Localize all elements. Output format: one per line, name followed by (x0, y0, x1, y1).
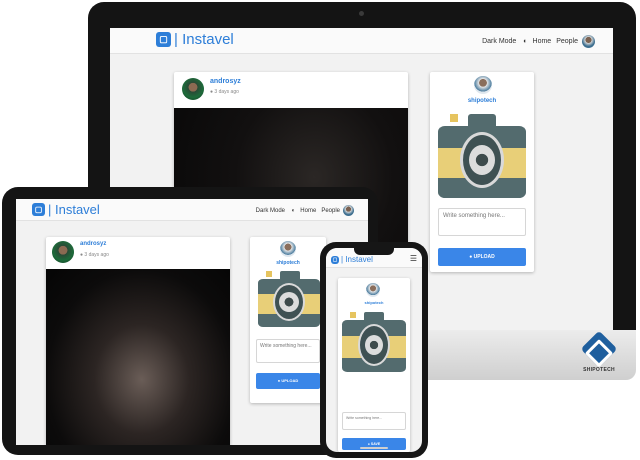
phone-brand[interactable]: ▢ | Instavel (331, 255, 373, 264)
dark-mode-icon: ◐ (291, 207, 296, 214)
post-username[interactable]: androsyz (80, 241, 106, 247)
nav-avatar[interactable] (343, 205, 354, 216)
nav-home[interactable]: Home (533, 38, 552, 45)
post-timestamp: ● 3 days ago (210, 89, 239, 95)
calendar-icon: ▢ (156, 32, 171, 47)
tablet-brand[interactable]: ▢ | Instavel (32, 202, 100, 217)
profile-username[interactable]: shipotech (430, 98, 534, 104)
phone-screen: ▢ | Instavel ☰ shipotech Write something… (326, 248, 422, 452)
webcam-icon (359, 11, 364, 16)
desktop-nav-links: Dark Mode ◐ Home People (472, 35, 595, 48)
tablet-brand-text: | Instavel (48, 202, 100, 217)
post-avatar[interactable] (182, 78, 204, 100)
user-icon: ● (367, 442, 370, 446)
profile-username[interactable]: shipotech (250, 260, 326, 266)
post-avatar[interactable] (52, 241, 74, 263)
camera-lens-inner (279, 292, 299, 312)
camera-flash (450, 114, 458, 122)
post-username[interactable]: androsyz (210, 78, 241, 85)
desktop-navbar: ▢ | Instavel Dark Mode ◐ Home People (110, 28, 613, 54)
profile-avatar[interactable] (474, 76, 492, 94)
camera-illustration (438, 114, 526, 200)
camera-flash (350, 312, 356, 318)
phone-brand-text: | Instavel (341, 255, 373, 264)
user-icon: ● (277, 378, 281, 383)
hamburger-menu-icon[interactable]: ☰ (410, 254, 417, 263)
desktop-upload-button[interactable]: ● UPLOAD (438, 248, 526, 266)
profile-username[interactable]: shipotech (338, 300, 410, 305)
shipotech-logo: SHIPOTECH (580, 330, 618, 373)
desktop-brand-text: | Instavel (174, 31, 234, 48)
tablet-navbar: ▢ | Instavel Dark Mode ◐ Home People (16, 199, 368, 221)
device-mockup-stage: SHIPOTECH ▢ | Instavel Dark Mode ◐ Home … (0, 0, 640, 460)
phone-profile-card: shipotech Write something here... ● SAVE (338, 278, 410, 452)
calendar-icon: ▢ (331, 255, 339, 264)
camera-illustration (258, 271, 320, 329)
phone-post-textarea[interactable]: Write something here... (342, 412, 406, 430)
shipotech-logo-text: SHIPOTECH (583, 367, 615, 373)
nav-people[interactable]: People (556, 38, 578, 45)
user-icon: ● (469, 254, 473, 260)
profile-avatar[interactable] (366, 283, 380, 297)
phone-notch (354, 248, 394, 255)
desktop-post-textarea[interactable]: Write something here... (438, 208, 526, 236)
tablet-upload-button[interactable]: ● UPLOAD (256, 373, 320, 389)
nav-avatar[interactable] (582, 35, 595, 48)
tablet-profile-card: shipotech Write something here... ● UPLO… (250, 237, 326, 403)
camera-lens (460, 132, 504, 188)
shipotech-logo-icon (580, 330, 618, 368)
tablet-screen: ▢ | Instavel Dark Mode ◐ Home People and… (16, 199, 368, 445)
calendar-icon: ▢ (32, 203, 45, 216)
camera-lens (273, 283, 305, 321)
phone-device: ▢ | Instavel ☰ shipotech Write something… (320, 242, 428, 458)
desktop-brand[interactable]: ▢ | Instavel (156, 31, 234, 48)
home-indicator (360, 447, 388, 449)
nav-dark-mode[interactable]: Dark Mode ◐ (477, 38, 527, 45)
clock-icon: ● (210, 89, 214, 95)
camera-lens (358, 324, 390, 366)
tablet-post-card: androsyz ● 3 days ago (46, 237, 230, 445)
camera-illustration (342, 312, 406, 374)
tablet-post-textarea[interactable]: Write something here... (256, 339, 320, 363)
nav-home[interactable]: Home (300, 208, 316, 214)
tablet-nav-links: Dark Mode ◐ Home People (246, 205, 354, 216)
post-timestamp: ● 3 days ago (80, 252, 109, 258)
profile-avatar[interactable] (280, 241, 296, 257)
desktop-profile-card: shipotech Write something here... ● UPLO… (430, 72, 534, 272)
nav-dark-mode[interactable]: Dark Mode ◐ (251, 208, 296, 214)
camera-lens-inner (365, 335, 383, 355)
camera-lens-inner (469, 145, 495, 175)
post-photo[interactable] (46, 269, 230, 445)
nav-people[interactable]: People (321, 208, 340, 214)
camera-flash (266, 271, 272, 277)
dark-mode-icon: ◐ (523, 38, 528, 45)
clock-icon: ● (80, 252, 84, 258)
